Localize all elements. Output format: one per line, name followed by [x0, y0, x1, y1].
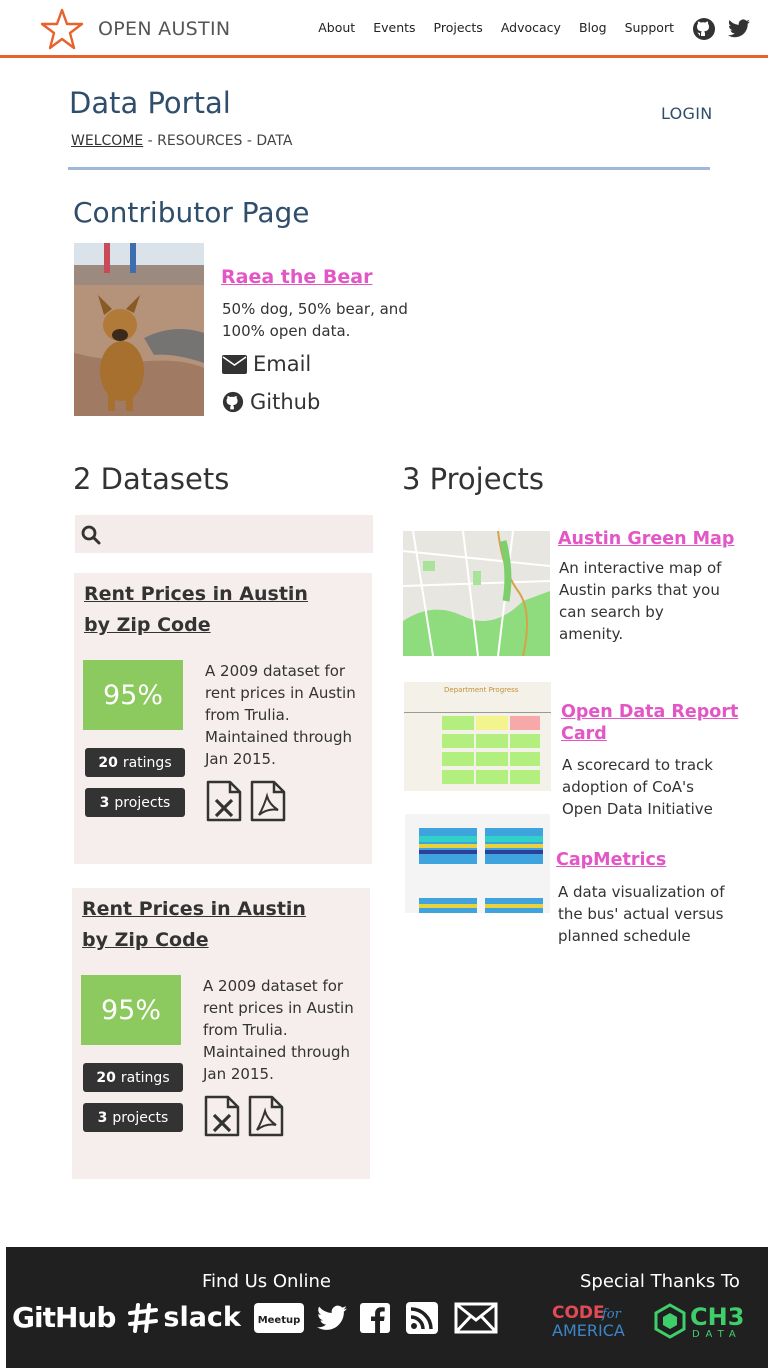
github-link[interactable]: Github	[222, 390, 320, 414]
nav-support[interactable]: Support	[625, 20, 674, 35]
profile-photo	[74, 243, 204, 416]
map-thumbnail[interactable]	[403, 531, 550, 656]
email-label: Email	[253, 352, 312, 376]
ch3-line2: DATA	[692, 1329, 742, 1339]
page-title: Data Portal	[69, 86, 231, 120]
score-badge: 95%	[83, 660, 183, 730]
github-icon[interactable]	[692, 17, 716, 41]
facebook-icon[interactable]	[359, 1302, 390, 1333]
dataset-title-link[interactable]: Rent Prices in Austin by Zip Code	[82, 894, 332, 956]
mail-icon[interactable]	[454, 1302, 498, 1334]
brand-name: OPEN AUSTIN	[98, 18, 231, 40]
ratings-count: 20	[98, 754, 118, 771]
project-title-link[interactable]: CapMetrics	[556, 849, 666, 871]
capmetrics-thumbnail[interactable]	[405, 814, 550, 913]
twitter-icon[interactable]	[316, 1305, 347, 1331]
dataset-card: Rent Prices in Austin by Zip Code 95% 20…	[72, 888, 370, 1179]
projects-count: 3	[97, 1109, 108, 1126]
dataset-card: Rent Prices in Austin by Zip Code 95% 20…	[74, 573, 372, 864]
login-link[interactable]: LOGIN	[661, 104, 713, 123]
meetup-word: Meetup	[258, 1315, 301, 1326]
breadcrumb-rest: - RESOURCES - DATA	[143, 133, 293, 149]
github-icon	[222, 391, 244, 413]
nav-advocacy[interactable]: Advocacy	[501, 20, 561, 35]
twitter-icon[interactable]	[728, 19, 750, 38]
slack-icon	[128, 1302, 159, 1333]
dataset-search-input[interactable]	[75, 515, 373, 553]
dataset-title-link[interactable]: Rent Prices in Austin by Zip Code	[84, 579, 334, 641]
nav-about[interactable]: About	[318, 20, 355, 35]
nav-blog[interactable]: Blog	[579, 20, 607, 35]
envelope-icon	[222, 354, 247, 374]
cfa-for: for	[601, 1307, 622, 1322]
email-link[interactable]: Email	[222, 352, 311, 376]
pdf-file-icon[interactable]	[248, 1095, 284, 1137]
nav-events[interactable]: Events	[373, 20, 415, 35]
brand-link[interactable]: OPEN AUSTIN	[40, 8, 230, 50]
top-navbar: OPEN AUSTIN About Events Projects Advoca…	[0, 0, 768, 58]
projects-label: projects	[112, 1109, 169, 1126]
profile-bio: 50% dog, 50% bear, and 100% open data.	[222, 300, 408, 340]
project-description: A data visualization of the bus' actual …	[558, 883, 725, 945]
ratings-badge[interactable]: 20 ratings	[85, 748, 185, 777]
project-description: An interactive map of Austin parks that …	[559, 559, 722, 643]
excel-file-icon[interactable]	[204, 1095, 240, 1137]
pdf-file-icon[interactable]	[250, 780, 286, 822]
search-icon	[81, 525, 101, 545]
slack-word: slack	[163, 1302, 241, 1333]
breadcrumb-welcome[interactable]: WELCOME	[71, 133, 143, 149]
cfa-line1: CODE	[552, 1303, 605, 1323]
project-title-link[interactable]: Austin Green Map	[558, 528, 734, 550]
ratings-label: ratings	[120, 1069, 170, 1086]
ratings-count: 20	[96, 1069, 116, 1086]
meetup-icon[interactable]: Meetup	[253, 1302, 305, 1334]
ch3-line1: CH3	[690, 1303, 744, 1331]
find-us-heading: Find Us Online	[202, 1271, 331, 1292]
contributor-page-heading: Contributor Page	[73, 196, 310, 229]
projects-heading: 3 Projects	[402, 462, 544, 496]
footer: Find Us Online Special Thanks To GitHub …	[6, 1247, 768, 1368]
cfa-line2: AMERICA	[552, 1321, 625, 1339]
excel-file-icon[interactable]	[206, 780, 242, 822]
slack-footer-link[interactable]: slack	[127, 1302, 241, 1334]
projects-label: projects	[114, 794, 171, 811]
projects-badge[interactable]: 3 projects	[83, 1103, 183, 1132]
code-for-america-logo[interactable]: CODE for AMERICA	[552, 1303, 634, 1339]
special-thanks-heading: Special Thanks To	[580, 1271, 740, 1292]
dataset-description: A 2009 dataset for rent prices in Austin…	[205, 662, 356, 768]
report-card-thumbnail[interactable]: Department Progress	[404, 682, 551, 791]
social-links: GitHub slack Meetup	[12, 1301, 498, 1334]
ratings-label: ratings	[122, 754, 172, 771]
ratings-badge[interactable]: 20 ratings	[83, 1063, 183, 1092]
profile-name-link[interactable]: Raea the Bear	[221, 266, 372, 288]
breadcrumb: WELCOME - RESOURCES - DATA	[71, 133, 292, 149]
ch3-data-logo[interactable]: CH3 DATA	[654, 1303, 768, 1339]
github-label: Github	[250, 390, 321, 414]
star-logo-icon	[40, 8, 84, 50]
nav-projects[interactable]: Projects	[434, 20, 483, 35]
datasets-heading: 2 Datasets	[73, 462, 230, 496]
project-title-link[interactable]: Open Data Report Card	[561, 701, 741, 745]
report-card-thumb-heading: Department Progress	[444, 686, 519, 694]
nav-links: About Events Projects Advocacy Blog Supp…	[300, 20, 674, 35]
projects-count: 3	[99, 794, 110, 811]
github-footer-link[interactable]: GitHub	[12, 1301, 116, 1334]
dataset-description: A 2009 dataset for rent prices in Austin…	[203, 977, 354, 1083]
score-badge: 95%	[81, 975, 181, 1045]
projects-badge[interactable]: 3 projects	[85, 788, 185, 817]
project-description: A scorecard to track adoption of CoA's O…	[562, 756, 713, 818]
header-divider	[68, 167, 710, 170]
rss-icon[interactable]	[405, 1301, 438, 1334]
